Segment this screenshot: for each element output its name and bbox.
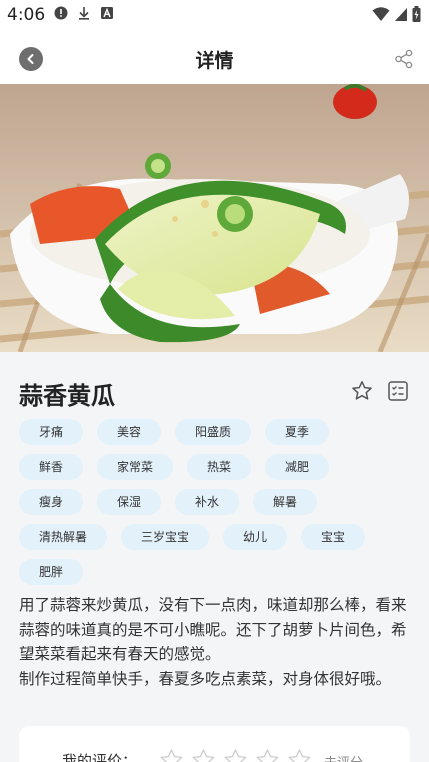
tag-list: 牙痛 美容 阳盛质 夏季 鲜香 家常菜 热菜 减肥 瘦身 保湿 补水 解暑 清热… <box>19 419 366 594</box>
dish-photo <box>0 84 429 352</box>
tag-row: 牙痛 美容 阳盛质 夏季 <box>19 419 349 445</box>
status-icons-right <box>372 6 421 22</box>
tag[interactable]: 幼儿 <box>223 524 288 550</box>
page-title: 详情 <box>195 50 234 72</box>
status-icons-left <box>54 6 114 20</box>
tag[interactable]: 清热解暑 <box>19 524 108 550</box>
download-icon <box>79 7 89 20</box>
tag[interactable]: 家常菜 <box>97 454 174 480</box>
star-icon[interactable] <box>223 748 248 762</box>
tag[interactable]: 解暑 <box>253 489 318 515</box>
tag-row: 鲜香 家常菜 热菜 减肥 <box>19 454 349 480</box>
star-icon[interactable] <box>159 748 184 762</box>
tag[interactable]: 宝宝 <box>301 524 366 550</box>
alert-icon <box>54 6 68 20</box>
rating-status: 未评分 <box>324 752 363 762</box>
tag[interactable]: 牙痛 <box>19 419 84 445</box>
tag[interactable]: 热菜 <box>187 454 252 480</box>
dish-title: 蒜香黄瓜 <box>19 382 115 410</box>
header: 详情 <box>0 30 429 84</box>
battery-icon <box>412 6 421 22</box>
tag[interactable]: 瘦身 <box>19 489 84 515</box>
signal-icon <box>395 8 407 21</box>
tag[interactable]: 肥胖 <box>19 559 84 585</box>
tag[interactable]: 保湿 <box>97 489 162 515</box>
tag[interactable]: 阳盛质 <box>175 419 252 445</box>
status-bar: 4:06 <box>0 0 429 30</box>
tag[interactable]: 夏季 <box>265 419 330 445</box>
wifi-icon <box>372 7 390 21</box>
tag[interactable]: 美容 <box>97 419 162 445</box>
tag[interactable]: 补水 <box>175 489 240 515</box>
star-icon[interactable] <box>191 748 216 762</box>
star-icon[interactable] <box>287 748 312 762</box>
a-icon <box>101 7 113 19</box>
tag[interactable]: 减肥 <box>265 454 330 480</box>
description-paragraph: 用了蒜蓉来炒黄瓜，没有下一点肉，味道却那么棒，看来蒜蓉的味道真的是不可小瞧呢。还… <box>19 596 407 663</box>
description-paragraph: 制作过程简单快手，春夏多吃点素菜，对身体很好哦。 <box>19 669 392 688</box>
star-icon[interactable] <box>255 748 280 762</box>
rating-stars[interactable] <box>159 748 312 762</box>
recipe-content: 蒜香黄瓜 牙痛 美容 阳盛质 夏季 鲜香 家常菜 热菜 减肥 瘦身 保湿 补水 … <box>0 352 429 762</box>
tag[interactable]: 鲜香 <box>19 454 84 480</box>
star-outline-icon[interactable] <box>351 380 373 402</box>
share-icon[interactable] <box>394 49 414 69</box>
tag-row: 瘦身 保湿 补水 解暑 <box>19 489 349 515</box>
rating-card: 我的评价： 未评分 <box>19 726 410 762</box>
status-time: 4:06 <box>7 5 46 25</box>
tag[interactable]: 三岁宝宝 <box>121 524 210 550</box>
tag-row: 清热解暑 三岁宝宝 幼儿 宝宝 <box>19 524 366 550</box>
rating-label: 我的评价： <box>62 752 138 762</box>
tag-row: 肥胖 <box>19 559 349 585</box>
list-icon[interactable] <box>387 380 409 402</box>
recipe-description: 用了蒜蓉来炒黄瓜，没有下一点肉，味道却那么棒，看来蒜蓉的味道真的是不可小瞧呢。还… <box>19 593 415 691</box>
